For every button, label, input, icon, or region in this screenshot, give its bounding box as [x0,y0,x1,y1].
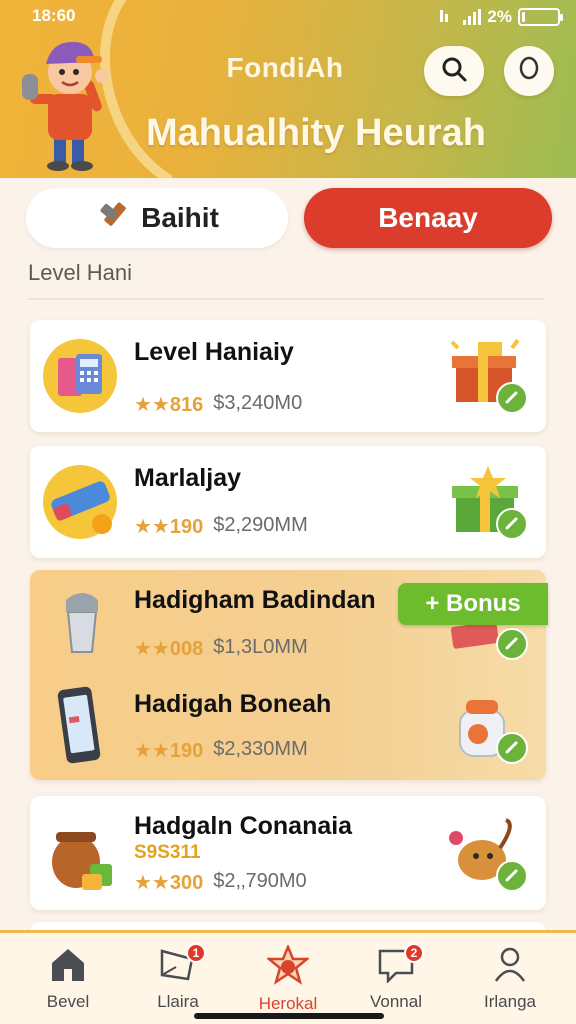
rating: ★★190 [134,516,204,538]
star-icon [265,943,311,989]
search-icon [440,55,468,88]
card-title: Marlaljay [134,464,242,492]
check-icon [496,732,528,764]
card-title: Hadigham Badindan [134,586,376,614]
notification-badge: 1 [186,943,206,963]
price: $3,240M0 [213,392,303,414]
phone-icon [56,686,102,769]
app-name: FondiAh [226,52,344,83]
list-item[interactable]: Marlaljay ★★190 $2,290MM [30,446,546,558]
profile-icon [490,947,530,987]
battery-percent: 2% [487,6,512,26]
hero-title: Mahualhity Heurah [146,112,486,154]
check-icon [496,628,528,660]
price: $1,3L0MM [213,636,308,658]
bonus-tag: + Bonus [398,583,548,625]
nav-label: Llaira [157,992,199,1011]
wifi-icon [439,6,457,27]
tool-icon [95,197,131,240]
bottom-nav: Bevel 1 Llaira Herokal 2 Vonnal Irlanga [0,930,576,1024]
rating: ★★816 [134,394,204,416]
nav-item-chat[interactable]: 1 Llaira [128,943,228,1012]
rating: ★★008 [134,638,204,660]
card-meta: ★★300 $2,‚790M0 [134,870,307,895]
tab-left[interactable]: Baihit [26,188,288,248]
nav-label: Herokal [258,994,318,1013]
home-indicator [194,1013,384,1019]
home-icon [48,949,88,987]
honey-pot-icon [44,824,116,899]
card-meta: ★★008 $1,3L0MM [134,636,308,661]
battery-icon [518,7,563,26]
section-label: Level Hani [28,260,132,285]
card-title: Hadigah Boneah [134,690,332,718]
nav-label: Irlanga [484,992,536,1011]
nav-item-star[interactable]: Herokal [238,943,338,1014]
divider [28,298,544,300]
nav-item-home[interactable]: Bevel [18,945,118,1012]
item-code: S9S311 [134,842,201,863]
price: $2,‚790M0 [213,870,307,892]
device-icon [42,464,118,545]
card-meta: ★★190 $2,330MM [134,738,308,763]
card-title: Level Haniaiy [134,338,294,366]
mascot-illustration [16,28,126,173]
coupon-icon [450,621,500,655]
price: $2,330MM [213,738,308,760]
tab-left-label: Baihit [141,202,219,233]
nav-label: Bevel [46,992,90,1011]
card-title: Hadgaln Conanaia [134,812,353,840]
profile-button[interactable] [504,46,554,96]
tab-right[interactable]: Benaay [304,188,552,248]
notification-badge: 2 [404,943,424,963]
profile-circle-icon [517,55,541,88]
shaker-icon [56,586,108,663]
status-time: 18:60 [32,6,76,25]
check-icon [496,860,528,892]
calculator-icon [42,338,118,419]
nav-item-messages[interactable]: 2 Vonnal [346,943,446,1012]
search-button[interactable] [424,46,484,96]
list-item[interactable]: Level Haniaiy ★★816 $3,240M0 [30,320,546,432]
status-icons: 2% [439,6,563,27]
card-meta: ★★816 $3,240M0 [134,392,302,417]
rating: ★★300 [134,872,204,894]
nav-item-profile[interactable]: Irlanga [460,945,560,1012]
rating: ★★190 [134,740,204,762]
tab-right-label: Benaay [378,202,478,233]
message-icon [376,949,416,987]
list-item[interactable]: Hadgaln Conanaia S9S311 ★★300 $2,‚790M0 [30,796,546,910]
signal-icon [463,8,482,25]
check-icon [496,382,528,414]
check-icon [496,508,528,540]
price: $2,290MM [213,514,308,536]
card-meta: ★★190 $2,290MM [134,514,308,539]
app-header: 18:60 2% FondiAh Mahualhity Heurah [0,0,576,178]
nav-label: Vonnal [370,992,422,1011]
chat-icon [158,949,198,987]
